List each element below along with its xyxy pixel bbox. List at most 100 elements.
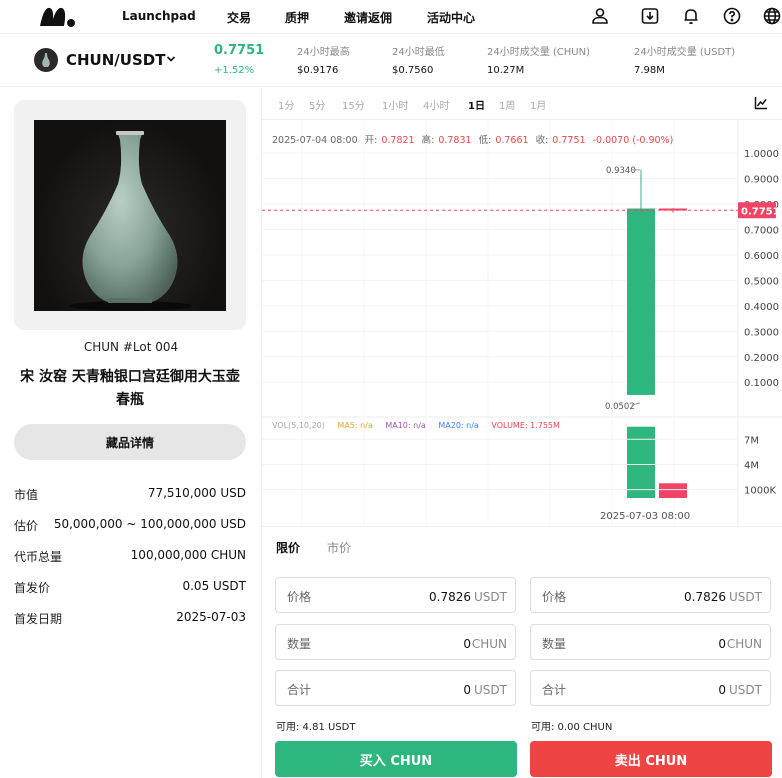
tab-1w[interactable]: 1周: [499, 97, 515, 112]
ohlc-date: 2025-07-04 08:00: [272, 135, 358, 146]
vase-illustration: [68, 131, 192, 311]
vol-label: VOL(5,10,20): [272, 421, 325, 430]
tab-1mo[interactable]: 1月: [530, 97, 546, 112]
vase-icon: [42, 53, 50, 67]
chart-type-icon[interactable]: [754, 96, 768, 110]
ohlc-low-label: 低:: [478, 135, 492, 146]
nav-launchpad[interactable]: Launchpad: [122, 9, 196, 23]
field-unit: USDT: [729, 683, 762, 697]
sell-amount-input[interactable]: 数量 0 CHUN: [530, 624, 771, 660]
lot-number: CHUN #Lot 004: [83, 340, 179, 354]
ohlc-open: 0.7821: [381, 135, 415, 146]
field-value[interactable]: 0.7826: [429, 590, 471, 604]
field-label: 数量: [287, 637, 312, 651]
timeframe-bar: 1分 5分 15分 1小时 4小时 1日 1周 1月: [262, 88, 782, 120]
stat-label-low: 24小时最低: [392, 47, 445, 58]
buy-price-input[interactable]: 价格 0.7826 USDT: [275, 577, 516, 613]
price-tick-label: 1.0000: [744, 149, 779, 160]
ma20-label: MA20: n/a: [438, 421, 479, 430]
nav-trade[interactable]: 交易: [227, 9, 251, 26]
stat-value-high: $0.9176: [297, 65, 339, 76]
tab-1d[interactable]: 1日: [468, 97, 485, 112]
field-value[interactable]: 0: [463, 637, 471, 651]
ma5-label: MA5: n/a: [337, 421, 373, 430]
price-tick-label: 0.4000: [744, 302, 779, 313]
info-value: 0.05 USDT: [182, 579, 246, 593]
buy-total-input[interactable]: 合计 0 USDT: [275, 670, 516, 706]
info-key: 首发日期: [14, 612, 63, 626]
download-icon[interactable]: [640, 6, 660, 26]
price-tick-label: 0.1000: [744, 378, 779, 389]
volume-bar: [659, 483, 687, 498]
help-icon[interactable]: [722, 6, 742, 26]
nav-events[interactable]: 活动中心: [427, 9, 475, 26]
sell-total-input[interactable]: 合计 0 USDT: [530, 670, 771, 706]
volume-tick-label: 7M: [744, 435, 759, 446]
field-value[interactable]: 0: [463, 683, 471, 697]
tab-market[interactable]: 市价: [327, 539, 351, 556]
buy-available: 可用: 4.81 USDT: [276, 722, 356, 733]
top-nav: Launchpad 交易 质押 邀请返佣 活动中心: [0, 0, 782, 34]
stat-value-low: $0.7560: [392, 65, 434, 76]
stat-label-vol-usdt: 24小时成交量 (USDT): [634, 47, 736, 58]
sell-available: 可用: 0.00 CHUN: [531, 722, 613, 733]
volume-legend: VOL(5,10,20) MA5: n/a MA10: n/a MA20: n/…: [272, 421, 570, 430]
bell-icon[interactable]: [681, 6, 701, 26]
item-image: [34, 120, 226, 311]
info-row-launch-date: 首发日期 2025-07-03: [14, 610, 246, 626]
ohlc-open-label: 开:: [364, 135, 378, 146]
ohlc-readout: 2025-07-04 08:00 开: 0.7821 高: 0.7831 低: 0.7…: [272, 132, 677, 146]
item-image-card: [14, 100, 246, 330]
brand-logo-icon[interactable]: [38, 4, 78, 30]
volume-value-label: VOLUME: 1.755M: [491, 421, 560, 430]
chevron-down-icon[interactable]: [166, 55, 176, 63]
last-price: 0.7751: [214, 43, 265, 58]
buy-amount-input[interactable]: 数量 0 CHUN: [275, 624, 516, 660]
ohlc-close: 0.7751: [552, 135, 586, 146]
volume-bar: [627, 426, 655, 498]
ohlc-low: 0.7661: [495, 135, 529, 146]
globe-icon[interactable]: [762, 6, 782, 26]
tab-4h[interactable]: 4小时: [423, 97, 449, 112]
field-label: 合计: [287, 683, 312, 697]
field-unit: USDT: [474, 683, 507, 697]
info-value: 100,000,000 CHUN: [130, 548, 246, 562]
field-unit: USDT: [474, 590, 507, 604]
sell-button[interactable]: 卖出 CHUN: [530, 741, 772, 777]
tab-15m[interactable]: 15分: [342, 97, 365, 112]
price-tick-label: 0.2000: [744, 353, 779, 364]
tab-1m[interactable]: 1分: [278, 97, 294, 112]
ohlc-high: 0.7831: [438, 135, 472, 146]
tab-5m[interactable]: 5分: [309, 97, 325, 112]
ohlc-high-label: 高:: [421, 135, 435, 146]
info-key: 首发价: [14, 581, 51, 595]
field-label: 数量: [542, 637, 567, 651]
sell-price-input[interactable]: 价格 0.7826 USDT: [530, 577, 771, 613]
info-key: 代币总量: [14, 550, 63, 564]
current-price-tag-label: 0.7751: [741, 206, 780, 217]
item-details-button[interactable]: 藏品详情: [14, 424, 246, 460]
field-value[interactable]: 0.7826: [684, 590, 726, 604]
buy-button[interactable]: 买入 CHUN: [275, 741, 517, 777]
info-row-valuation: 估价 50,000,000 ~ 100,000,000 USD: [14, 517, 246, 533]
nav-referral[interactable]: 邀请返佣: [344, 9, 392, 26]
nav-staking[interactable]: 质押: [285, 9, 309, 26]
tab-1h[interactable]: 1小时: [382, 97, 408, 112]
price-tick-label: 0.3000: [744, 327, 779, 338]
stat-label-vol-chun: 24小时成交量 (CHUN): [487, 47, 591, 58]
tab-limit[interactable]: 限价: [276, 539, 300, 556]
order-type-tabs: 限价 市价: [262, 526, 782, 566]
stat-value-vol-chun: 10.27M: [487, 65, 525, 76]
ohlc-change: -0.0070 (-0.90%): [592, 135, 674, 146]
field-label: 价格: [542, 590, 567, 604]
user-icon[interactable]: [590, 6, 610, 26]
item-title: 宋 汝窑 天青釉银口宫廷御用大玉壶春瓶: [20, 369, 240, 408]
field-value[interactable]: 0: [718, 683, 726, 697]
price-change: +1.52%: [214, 65, 255, 76]
field-value[interactable]: 0: [718, 637, 726, 651]
volume-tick-label: 4M: [744, 460, 759, 471]
price-chart[interactable]: 1.00000.90000.80000.70000.60000.50000.40…: [262, 120, 782, 526]
info-value: 2025-07-03: [176, 610, 246, 624]
price-tick-label: 0.6000: [744, 251, 779, 262]
pair-selector[interactable]: CHUN/USDT: [66, 51, 165, 69]
